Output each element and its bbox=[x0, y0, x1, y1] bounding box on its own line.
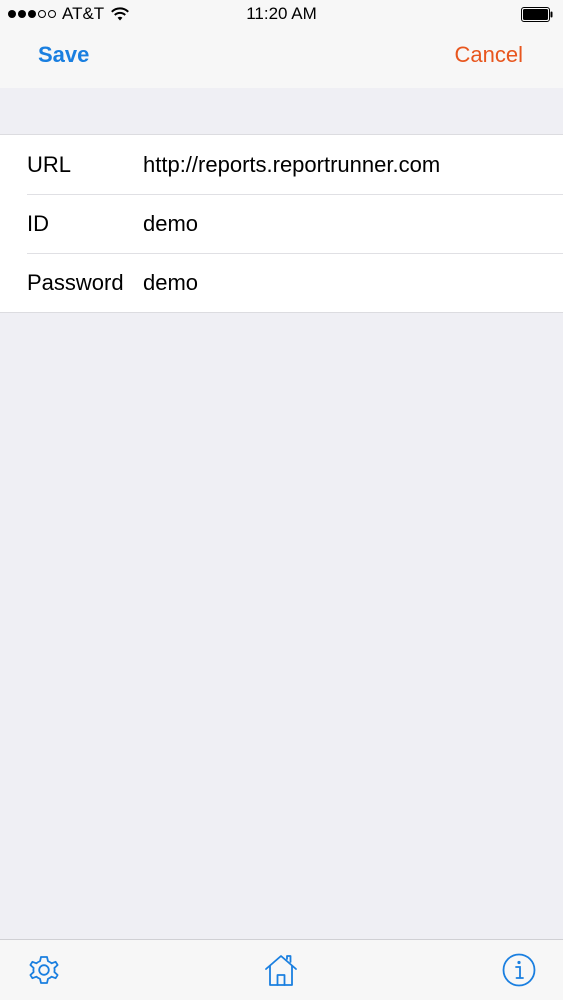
gear-icon bbox=[29, 956, 59, 984]
home-icon bbox=[265, 955, 297, 986]
password-field[interactable] bbox=[143, 269, 553, 296]
tab-home[interactable] bbox=[263, 952, 299, 988]
status-bar: AT&T 11:20 AM bbox=[0, 0, 563, 28]
tab-info[interactable] bbox=[501, 952, 537, 988]
status-time: 11:20 AM bbox=[246, 4, 317, 23]
form-row-url[interactable]: URL bbox=[0, 135, 563, 194]
form-row-password[interactable]: Password bbox=[0, 253, 563, 312]
url-field[interactable] bbox=[143, 151, 553, 178]
form-row-id[interactable]: ID bbox=[0, 194, 563, 253]
cancel-button[interactable]: Cancel bbox=[455, 42, 523, 68]
save-button[interactable]: Save bbox=[38, 42, 89, 68]
url-label: URL bbox=[27, 151, 72, 177]
id-field[interactable] bbox=[143, 210, 553, 237]
tab-settings[interactable] bbox=[26, 952, 62, 988]
tab-bar bbox=[0, 939, 563, 1000]
navigation-bar: Save Cancel bbox=[0, 28, 563, 88]
info-icon bbox=[502, 953, 536, 987]
id-label: ID bbox=[27, 210, 49, 236]
connection-form: URL ID Password bbox=[0, 134, 563, 313]
password-label: Password bbox=[27, 269, 124, 295]
battery-icon bbox=[521, 7, 553, 22]
